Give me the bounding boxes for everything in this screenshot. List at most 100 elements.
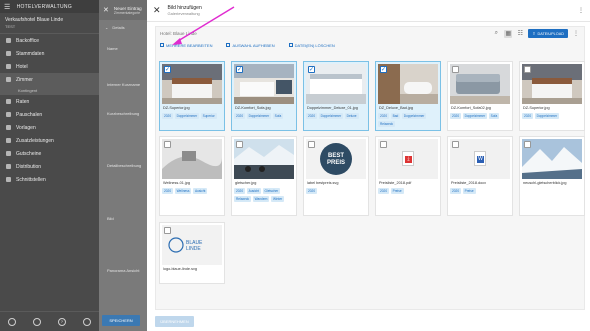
sidebar-item-distribution[interactable]: Distribution — [0, 160, 99, 173]
logout-icon[interactable] — [82, 317, 91, 326]
select-checkbox[interactable] — [452, 141, 459, 148]
tag-badge[interactable]: Sofa — [488, 113, 500, 119]
select-checkbox[interactable] — [308, 141, 315, 148]
file-card[interactable]: DZ-Komfort_Sofa02.jpg 2020 Doppelzimmer Sof… — [447, 61, 513, 131]
close-icon[interactable]: ✕ — [153, 5, 161, 16]
select-checkbox[interactable] — [164, 227, 171, 234]
sidebar-item-zusatzleistungen[interactable]: Zusatzleistungen — [0, 134, 99, 147]
file-thumbnail[interactable]: ⤓ — [378, 139, 438, 179]
file-card[interactable]: W Preisliste_2018.docx 2020 Preise — [447, 136, 513, 216]
tag-badge[interactable]: 2020 — [378, 113, 390, 119]
tag-badge[interactable]: 2020 — [450, 188, 462, 194]
file-thumbnail[interactable] — [306, 64, 366, 104]
file-card[interactable]: ✓ DZ-Superior.jpg 2020 Doppelzimmer Superior — [159, 61, 225, 131]
edit-multiple-button[interactable]: MEHRERE BEARBEITEN — [160, 43, 212, 48]
file-thumbnail[interactable] — [522, 64, 582, 104]
file-card[interactable]: ✓ Doppelzimmer_Deluxe_01.jpg 2020 Doppelzim… — [303, 61, 369, 131]
help-icon[interactable]: ? — [57, 317, 66, 326]
select-checkbox[interactable] — [524, 141, 531, 148]
file-card[interactable]: DZ-Superior.jpg 2020 Doppelzimmer — [519, 61, 585, 131]
menu-icon[interactable]: ☰ — [4, 3, 11, 11]
file-card[interactable]: ✓ DZ-Komfort_Sofa.jpg 2020 Doppelzimmer Sofa — [231, 61, 297, 131]
tag-badge[interactable]: Gletscher — [262, 188, 281, 194]
select-checkbox[interactable] — [380, 141, 387, 148]
file-thumbnail[interactable] — [162, 64, 222, 104]
tag-badge[interactable]: Doppelzimmer — [462, 113, 488, 119]
file-card[interactable]: Wellness-01.jpg 2020 Wellness Ausicht — [159, 136, 225, 216]
tag-badge[interactable]: Wandern — [252, 195, 270, 202]
details-section[interactable]: ⌄ Details — [99, 20, 150, 34]
tag-badge[interactable]: 2020 — [234, 113, 246, 119]
sidebar-item-stammdaten[interactable]: Stammdaten — [0, 47, 99, 60]
file-thumbnail[interactable] — [162, 139, 222, 179]
close-icon[interactable]: ✕ — [103, 6, 109, 14]
tag-badge[interactable]: Doppelzimmer — [246, 113, 272, 119]
more-icon[interactable]: ⋮ — [578, 7, 584, 14]
clear-selection-button[interactable]: AUSWAHL AUFHEBEN — [226, 43, 275, 48]
file-card[interactable]: neuschl-gletscherblick.jpg — [519, 136, 585, 216]
tag-badge[interactable]: Wellness — [174, 188, 192, 194]
tag-badge[interactable]: 2020 — [306, 113, 318, 119]
account-icon[interactable] — [8, 317, 17, 326]
grid-view-icon[interactable]: ▦ — [504, 29, 513, 38]
tag-badge[interactable]: Deluxe — [344, 113, 359, 119]
file-thumbnail[interactable] — [234, 64, 294, 104]
tag-badge[interactable]: Relaxeck — [234, 195, 252, 202]
list-view-icon[interactable]: ☷ — [516, 30, 524, 38]
tag-badge[interactable]: Doppelzimmer — [318, 113, 344, 119]
more-icon[interactable]: ⋮ — [572, 30, 580, 38]
file-thumbnail[interactable]: BEST PREIS — [306, 139, 366, 179]
search-icon[interactable]: ⌕ — [492, 30, 500, 38]
file-card[interactable]: ✓ DZ_Deluxe_Bad.jpg 2020 Bad Doppelzimmer Rel… — [375, 61, 441, 131]
sidebar-item-schnittstellen[interactable]: Schnittstellen — [0, 173, 99, 186]
file-thumbnail[interactable] — [378, 64, 438, 104]
file-card[interactable]: ⤓ Preisliste_2018.pdf 2020 Preise — [375, 136, 441, 216]
tag-badge[interactable]: Superior — [200, 113, 217, 119]
tag-badge[interactable]: Doppelzimmer — [534, 113, 560, 119]
tag-badge[interactable]: Relaxeck — [378, 120, 396, 127]
tag-badge[interactable]: Ausicht — [246, 188, 262, 194]
tag-badge[interactable]: Sofa — [272, 113, 284, 119]
file-card[interactable]: BLAUE LINDE logo-blaue-linde.svg — [159, 222, 225, 284]
hotel-selector[interactable]: Verkaufshotel Blaue Linde TEST — [0, 13, 99, 34]
select-checkbox[interactable]: ✓ — [236, 66, 243, 73]
tag-badge[interactable]: Doppelzimmer — [174, 113, 200, 119]
select-checkbox[interactable] — [164, 141, 171, 148]
tag-badge[interactable]: 2020 — [306, 188, 318, 194]
select-checkbox[interactable]: ✓ — [380, 66, 387, 73]
upload-button[interactable]: ⇪ DATEIUPLOAD — [528, 29, 568, 38]
file-thumbnail[interactable] — [522, 139, 582, 179]
tag-badge[interactable]: 2020 — [162, 188, 174, 194]
file-thumbnail[interactable] — [234, 139, 294, 179]
tag-badge[interactable]: Winter — [270, 195, 285, 202]
file-thumbnail[interactable]: BLAUE LINDE — [162, 225, 222, 265]
file-thumbnail[interactable]: W — [450, 139, 510, 179]
delete-files-button[interactable]: DATEI(EN) LÖSCHEN — [288, 43, 335, 48]
file-card[interactable]: gletscher.jpg 2020 Ausicht Gletscher Relaxec… — [231, 136, 297, 216]
sidebar-item-backoffice[interactable]: Backoffice — [0, 34, 99, 47]
tag-badge[interactable]: 2020 — [162, 113, 174, 119]
sidebar-item-zimmer[interactable]: Zimmer — [0, 73, 99, 86]
sidebar-item-vorlagen[interactable]: Vorlagen — [0, 121, 99, 134]
tag-badge[interactable]: Ausicht — [192, 188, 208, 194]
apply-button[interactable]: ÜBERNEHMEN — [155, 316, 194, 327]
sidebar-item-pauschalen[interactable]: Pauschalen — [0, 108, 99, 121]
tag-badge[interactable]: 2020 — [234, 188, 246, 194]
tag-badge[interactable]: Bad — [390, 113, 401, 119]
sidebar-item-hotel[interactable]: Hotel — [0, 60, 99, 73]
tag-badge[interactable]: Doppelzimmer — [401, 113, 427, 119]
notification-icon[interactable] — [33, 317, 42, 326]
file-thumbnail[interactable] — [450, 64, 510, 104]
select-checkbox[interactable] — [524, 66, 531, 73]
sidebar-subitem[interactable]: Kontingent — [0, 86, 99, 95]
tag-badge[interactable]: Preise — [390, 188, 404, 194]
tag-badge[interactable]: Preise — [462, 188, 476, 194]
tag-badge[interactable]: 2020 — [522, 113, 534, 119]
select-checkbox[interactable] — [236, 141, 243, 148]
sidebar-item-raten[interactable]: Raten — [0, 95, 99, 108]
sidebar-item-gutscheine[interactable]: Gutscheine — [0, 147, 99, 160]
tag-badge[interactable]: 2020 — [378, 188, 390, 194]
file-card[interactable]: BEST PREIS label bestpreis.svg 2020 — [303, 136, 369, 216]
select-checkbox[interactable]: ✓ — [164, 66, 171, 73]
select-checkbox[interactable]: ✓ — [308, 66, 315, 73]
